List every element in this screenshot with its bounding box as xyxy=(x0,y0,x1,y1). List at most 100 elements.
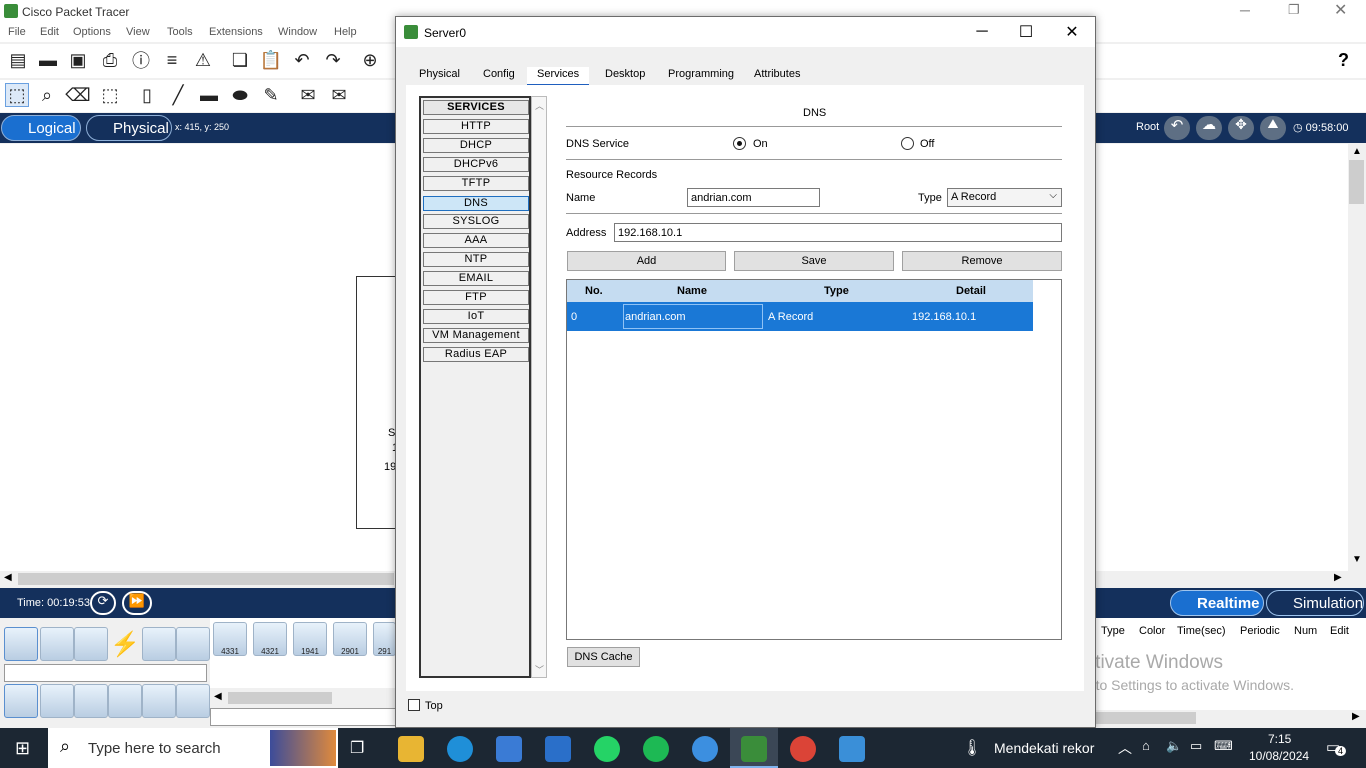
service-dhcp[interactable]: DHCP xyxy=(423,138,529,153)
physical-mode-button[interactable]: Physical xyxy=(86,115,172,141)
cloud-icon[interactable]: ☁ xyxy=(1196,116,1222,140)
copy-icon[interactable]: ❏ xyxy=(228,48,252,72)
service-vm-management[interactable]: VM Management xyxy=(423,328,529,343)
line-icon[interactable]: ╱ xyxy=(166,83,190,107)
task-view-icon[interactable]: ❐ xyxy=(350,738,364,758)
service-tftp[interactable]: TFTP xyxy=(423,176,529,191)
service-dns[interactable]: DNS xyxy=(423,196,529,211)
vscroll-thumb[interactable] xyxy=(1349,160,1364,204)
tab-attributes[interactable]: Attributes xyxy=(744,67,810,87)
end-devices-icon[interactable] xyxy=(40,627,74,661)
redo-icon[interactable]: ↷ xyxy=(321,48,345,72)
new-file-icon[interactable]: ▤ xyxy=(6,48,30,72)
wireless-icon[interactable] xyxy=(108,684,142,718)
router-model[interactable]: 1941 xyxy=(293,622,327,656)
service-ftp[interactable]: FTP xyxy=(423,290,529,305)
hubs-icon[interactable] xyxy=(74,684,108,718)
service-syslog[interactable]: SYSLOG xyxy=(423,214,529,229)
scroll-down-icon[interactable]: ▼ xyxy=(1352,554,1362,565)
router-model[interactable]: 4331 xyxy=(213,622,247,656)
resize-icon[interactable]: ⬚ xyxy=(98,83,122,107)
info-icon[interactable]: ⓘ xyxy=(129,48,153,72)
type-select[interactable]: A Record ⌵ xyxy=(947,188,1062,207)
name-input[interactable] xyxy=(687,188,820,207)
battery-icon[interactable]: ▭ xyxy=(1190,738,1202,754)
save-button[interactable]: Save xyxy=(734,251,894,271)
store-icon[interactable] xyxy=(496,736,522,762)
scroll-right-icon[interactable]: ▶ xyxy=(1352,711,1360,722)
remove-button[interactable]: Remove xyxy=(902,251,1062,271)
rectangle-icon[interactable]: ▬ xyxy=(197,83,221,107)
dns-cache-button[interactable]: DNS Cache xyxy=(567,647,640,667)
taskbar-time[interactable]: 7:15 xyxy=(1268,732,1291,746)
move-icon[interactable]: ✥ xyxy=(1228,116,1254,140)
workspace-vscroll[interactable]: ▲ ▼ xyxy=(1348,144,1366,572)
keyboard-icon[interactable]: ⌨ xyxy=(1214,738,1233,754)
service-iot[interactable]: IoT xyxy=(423,309,529,324)
service-ntp[interactable]: NTP xyxy=(423,252,529,267)
ellipse-icon[interactable]: ⬬ xyxy=(228,83,252,107)
add-button[interactable]: Add xyxy=(567,251,726,271)
router-model[interactable]: 2901 xyxy=(333,622,367,656)
taskbar-date[interactable]: 10/08/2024 xyxy=(1249,749,1309,763)
zoom-in-icon[interactable]: ⊕ xyxy=(358,48,382,72)
open-folder-icon[interactable]: ▬ xyxy=(36,48,60,72)
hscroll-thumb[interactable] xyxy=(1096,712,1196,724)
scroll-down-icon[interactable]: ﹀ xyxy=(535,663,544,676)
back-icon[interactable]: ↶ xyxy=(1164,116,1190,140)
freeform-icon[interactable]: ✎ xyxy=(259,83,283,107)
minimize-icon[interactable]: ─ xyxy=(1240,2,1250,18)
address-input[interactable] xyxy=(614,223,1062,242)
menu-tools[interactable]: Tools xyxy=(167,26,193,38)
dialog-maximize-icon[interactable]: ☐ xyxy=(1003,17,1049,47)
simple-pdu-icon[interactable]: ✉ xyxy=(296,83,320,107)
router-model[interactable]: 4321 xyxy=(253,622,287,656)
components-icon[interactable] xyxy=(74,627,108,661)
scroll-left-icon[interactable]: ◀ xyxy=(214,691,222,702)
scroll-up-icon[interactable]: ︿ xyxy=(535,99,544,112)
hscroll-thumb[interactable] xyxy=(228,692,332,704)
scroll-up-icon[interactable]: ▲ xyxy=(1352,146,1362,157)
weather-text[interactable]: Mendekati rekor xyxy=(994,740,1094,756)
menu-edit[interactable]: Edit xyxy=(40,26,59,38)
network-devices-icon[interactable] xyxy=(4,627,38,661)
paste-icon[interactable]: 📋 xyxy=(259,48,283,72)
chrome-icon[interactable] xyxy=(790,736,816,762)
device-search-field[interactable] xyxy=(4,664,207,682)
menu-help[interactable]: Help xyxy=(334,26,357,38)
router-model[interactable]: 291 xyxy=(373,622,396,656)
dialog-minimize-icon[interactable]: ─ xyxy=(959,17,1005,47)
save-icon[interactable]: ▣ xyxy=(66,48,90,72)
note-icon[interactable]: ▯ xyxy=(135,83,159,107)
dns-on-radio[interactable] xyxy=(733,137,746,150)
wan-emulation-icon[interactable] xyxy=(176,684,210,718)
multiuser-icon[interactable] xyxy=(176,627,210,661)
service-list-scroll[interactable]: ︿ ﹀ xyxy=(531,96,547,678)
file-explorer-icon[interactable] xyxy=(398,736,424,762)
inspect-icon[interactable]: ⌕ xyxy=(35,83,59,107)
menu-extensions[interactable]: Extensions xyxy=(209,26,263,38)
tab-programming[interactable]: Programming xyxy=(658,67,744,87)
service-email[interactable]: EMAIL xyxy=(423,271,529,286)
tab-desktop[interactable]: Desktop xyxy=(595,67,655,87)
scroll-right-icon[interactable]: ▶ xyxy=(1334,572,1342,583)
menu-view[interactable]: View xyxy=(126,26,150,38)
menu-options[interactable]: Options xyxy=(73,26,111,38)
tab-services[interactable]: Services xyxy=(527,67,590,87)
routers-icon[interactable] xyxy=(4,684,38,718)
reset-time-icon[interactable]: ⟳ xyxy=(90,591,116,615)
simulation-button[interactable]: Simulation xyxy=(1266,590,1364,616)
restore-icon[interactable]: ❐ xyxy=(1288,2,1300,18)
misc-icon[interactable] xyxy=(142,627,176,661)
wizard-icon[interactable]: ≡ xyxy=(160,48,184,72)
realtime-button[interactable]: Realtime xyxy=(1170,590,1264,616)
delete-icon[interactable]: ⌫ xyxy=(65,83,90,107)
app-icon[interactable] xyxy=(692,736,718,762)
edge-icon[interactable] xyxy=(447,736,473,762)
tray-chevron-icon[interactable]: ︿ xyxy=(1118,738,1132,758)
windows-start-icon[interactable]: ⊞ xyxy=(15,738,30,759)
print-icon[interactable]: ⎙ xyxy=(98,48,122,72)
help-button[interactable]: ? xyxy=(1338,50,1349,71)
tab-physical[interactable]: Physical xyxy=(409,67,470,87)
connections-icon[interactable]: ⚡ xyxy=(110,630,140,659)
